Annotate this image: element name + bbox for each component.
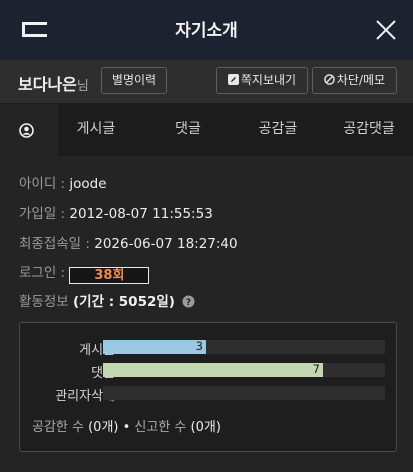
- nickname-text: 보다나은: [18, 75, 77, 94]
- stat-bar-admin-deleted: [103, 386, 385, 400]
- reported-value: (0개): [190, 420, 221, 435]
- send-message-label: 쪽지보내기: [240, 73, 297, 87]
- info-joined: 가입일 : 2012-08-07 11:55:53: [19, 202, 213, 222]
- tab-profile[interactable]: [0, 104, 58, 156]
- user-circle-icon: [19, 123, 34, 138]
- like-report-summary: 공감한 수 (0개) • 신고한 수 (0개): [32, 416, 221, 435]
- activity-stats-panel: 게시글 3 댓글 7 관리자삭제 공감한 수 (0개) • 신고한 수 (0개): [19, 322, 397, 452]
- title-bar: 자기소개: [0, 0, 413, 60]
- send-message-button[interactable]: 쪽지보내기: [216, 67, 308, 94]
- activity-label: 활동정보: [19, 294, 73, 310]
- activity-period: (기간 : 5052일): [72, 294, 175, 310]
- stat-fill-posts: 3: [103, 339, 206, 354]
- stat-fill-comments: 7: [103, 362, 323, 377]
- joined-value: 2012-08-07 11:55:53: [69, 206, 213, 222]
- block-memo-button[interactable]: 차단/메모: [312, 67, 397, 94]
- nickname-suffix: 님: [76, 79, 89, 94]
- stat-bar-comments: 7: [103, 362, 385, 377]
- profile-tabs: 게시글 댓글 공감글 공감댓글: [0, 104, 413, 156]
- reported-label: 신고한 수: [134, 420, 191, 435]
- info-login-count: 로그인 : 38회: [19, 261, 150, 284]
- id-label: 아이디 :: [19, 176, 70, 192]
- last-login-label: 최종접속일 :: [19, 236, 95, 252]
- block-memo-label: 차단/메모: [336, 73, 386, 87]
- joined-label: 가입일 :: [19, 206, 70, 222]
- last-login-value: 2026-06-07 18:27:40: [94, 236, 238, 252]
- liked-value: (0개): [88, 420, 119, 435]
- tab-liked-comments[interactable]: 공감댓글: [325, 104, 413, 156]
- liked-label: 공감한 수: [32, 420, 89, 435]
- info-id: 아이디 : joode: [19, 172, 107, 192]
- info-last-login: 최종접속일 : 2026-06-07 18:27:40: [19, 232, 238, 252]
- window-title: 자기소개: [175, 21, 238, 41]
- tab-liked-posts[interactable]: 공감글: [231, 104, 325, 156]
- id-value: joode: [69, 176, 107, 192]
- tab-comments[interactable]: 댓글: [145, 104, 231, 156]
- close-icon[interactable]: [375, 19, 397, 41]
- profile-bar: 보다나은님 별명이력 쪽지보내기 차단/메모: [0, 60, 413, 104]
- tab-posts[interactable]: 게시글: [58, 104, 134, 156]
- stat-bar-posts: 3: [103, 339, 385, 354]
- nickname-history-button[interactable]: 별명이력: [101, 67, 167, 94]
- help-icon[interactable]: ?: [182, 295, 195, 308]
- info-activity: 활동정보 (기간 : 5052일) ?: [19, 290, 195, 310]
- login-count-value: 38회: [69, 267, 150, 284]
- stat-value-posts: 3: [195, 339, 203, 353]
- svg-text:?: ?: [186, 298, 191, 308]
- login-count-label: 로그인 :: [19, 265, 70, 281]
- stat-value-comments: 7: [312, 362, 320, 376]
- block-icon: [324, 74, 335, 85]
- pencil-icon: [227, 74, 239, 85]
- summary-separator: •: [118, 420, 135, 435]
- nickname: 보다나은님: [18, 71, 89, 95]
